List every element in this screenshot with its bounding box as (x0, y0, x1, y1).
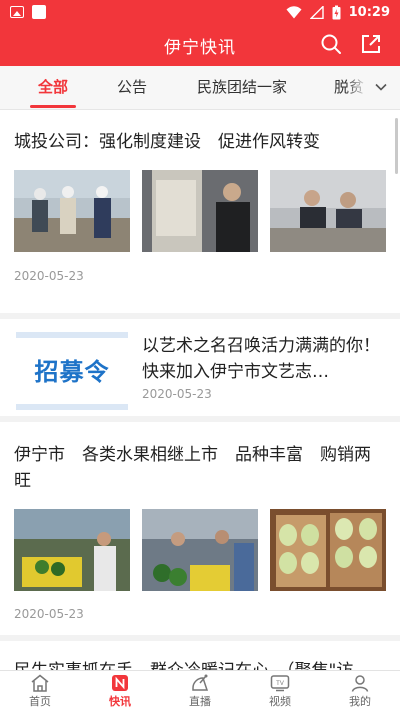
news-thumbnail (14, 170, 130, 252)
nav-label: 视频 (269, 695, 291, 708)
gallery-notification-icon (10, 6, 24, 18)
signal-icon (309, 5, 324, 19)
nav-label: 我的 (349, 695, 371, 708)
status-bar: 10:29 (0, 0, 400, 24)
nav-home[interactable]: 首页 (0, 671, 80, 711)
status-time: 10:29 (348, 4, 390, 20)
news-feed[interactable]: 城投公司：强化制度建设 促进作风转变 2020-05-23 招募令 以艺术之名召… (0, 110, 400, 670)
chevron-down-icon[interactable] (374, 80, 388, 94)
tab-all[interactable]: 全部 (29, 66, 77, 109)
app-notification-icon (32, 5, 46, 19)
recruitment-banner-text: 招募令 (34, 358, 110, 386)
wifi-icon (286, 5, 302, 18)
news-title: 城投公司：强化制度建设 促进作风转变 (14, 132, 320, 152)
nav-profile[interactable]: 我的 (320, 671, 400, 711)
nav-label: 直播 (189, 695, 211, 708)
news-item[interactable]: 城投公司：强化制度建设 促进作风转变 2020-05-23 (0, 110, 400, 319)
title-bar: 伊宁快讯 (0, 24, 400, 66)
news-icon (112, 675, 128, 691)
nav-news[interactable]: 快讯 (80, 671, 160, 711)
scrollbar[interactable] (395, 118, 398, 174)
news-title: 以艺术之名召唤活力满满的你！ 快来加入伊宁市文艺志… (142, 336, 397, 382)
news-thumbnail (14, 509, 130, 591)
category-tabs: 全部 公告 民族团结一家 脱贫 (0, 66, 400, 110)
news-title: 民生实事抓在手 群众冷暖记在心 （聚焦"访 (14, 658, 386, 670)
profile-icon (351, 675, 369, 692)
news-item[interactable]: 伊宁市 各类水果相继上市 品种丰富 购销两旺 2020-05-23 (0, 422, 400, 641)
home-icon (31, 674, 49, 692)
nav-label: 快讯 (109, 695, 131, 708)
tab-announcements[interactable]: 公告 (117, 66, 147, 109)
news-date: 2020-05-23 (142, 387, 212, 401)
live-icon (192, 674, 209, 691)
app-header: 10:29 伊宁快讯 (0, 0, 400, 66)
news-thumbnail (270, 509, 386, 591)
news-item[interactable]: 招募令 以艺术之名召唤活力满满的你！ 快来加入伊宁市文艺志… 2020-05-2… (0, 319, 400, 422)
tab-ethnic-unity[interactable]: 民族团结一家 (197, 66, 287, 109)
tv-icon: TV (270, 675, 290, 692)
battery-charging-icon (332, 5, 341, 19)
search-icon[interactable] (320, 33, 342, 55)
news-title: 伊宁市 各类水果相继上市 品种丰富 购销两旺 (14, 445, 371, 491)
news-date: 2020-05-23 (14, 269, 84, 283)
nav-video[interactable]: TV 视频 (240, 671, 320, 711)
news-thumbnail: 招募令 (16, 332, 128, 410)
bottom-navigation: 首页 快讯 直播 TV 视频 我的 (0, 670, 400, 711)
news-thumbnail (142, 170, 258, 252)
nav-label: 首页 (29, 695, 51, 708)
news-thumbnail (142, 509, 258, 591)
news-item[interactable]: 民生实事抓在手 群众冷暖记在心 （聚焦"访 (0, 641, 400, 670)
nav-live[interactable]: 直播 (160, 671, 240, 711)
page-title: 伊宁快讯 (164, 37, 236, 58)
svg-text:TV: TV (276, 681, 284, 687)
news-thumbnail (270, 170, 386, 252)
news-date: 2020-05-23 (14, 607, 84, 621)
share-icon[interactable] (360, 33, 382, 55)
